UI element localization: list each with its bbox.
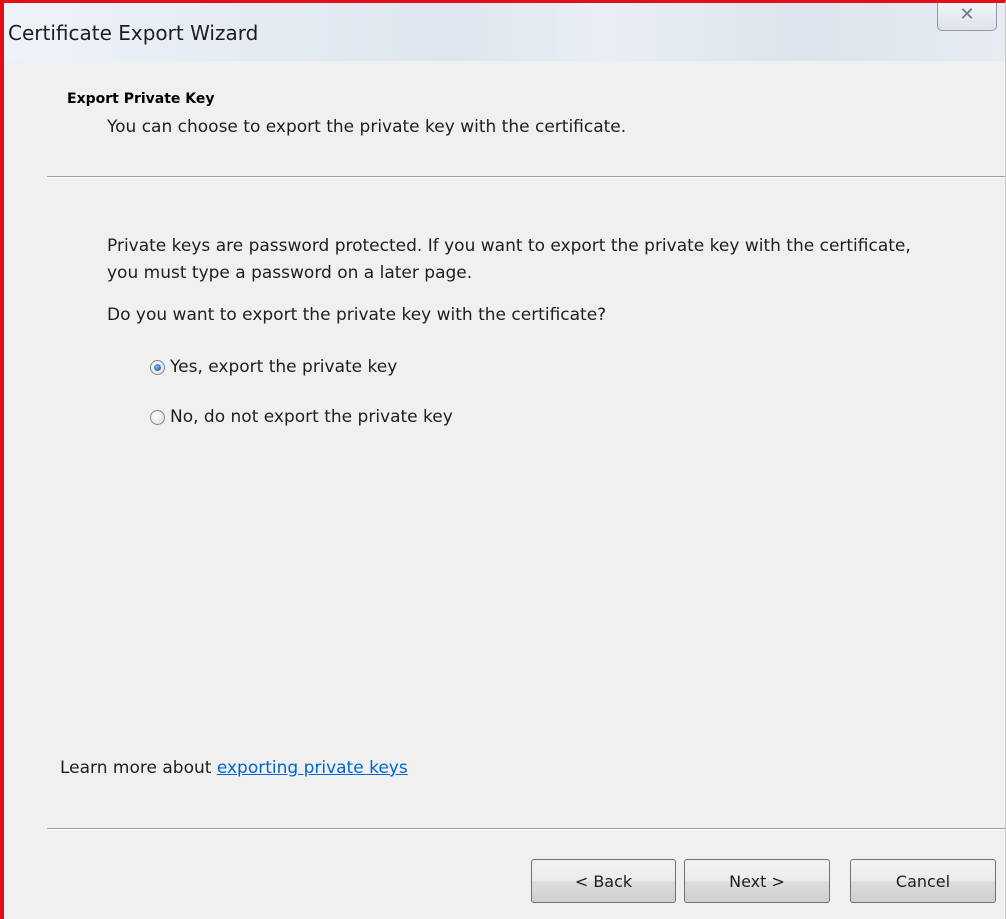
- wizard-window: Certificate Export Wizard ✕ Export Priva…: [0, 0, 1006, 919]
- wizard-content: Export Private Key You can choose to exp…: [4, 61, 1005, 919]
- info-paragraph: Private keys are password protected. If …: [107, 236, 911, 283]
- radio-checked-icon[interactable]: [150, 359, 165, 375]
- learn-more: Learn more about exporting private keys: [60, 758, 408, 778]
- window-title: Certificate Export Wizard: [8, 21, 259, 45]
- close-button[interactable]: ✕: [937, 3, 997, 31]
- close-icon: ✕: [959, 3, 975, 25]
- page-title: Export Private Key: [67, 91, 215, 107]
- cancel-button[interactable]: Cancel: [850, 859, 996, 903]
- radio-yes-label[interactable]: Yes, export the private key: [170, 357, 397, 377]
- radio-no-export[interactable]: No, do not export the private key: [150, 407, 453, 427]
- page-subtitle: You can choose to export the private key…: [107, 117, 627, 137]
- radio-yes-export[interactable]: Yes, export the private key: [150, 357, 397, 377]
- title-bar: Certificate Export Wizard ✕: [4, 3, 1005, 61]
- radio-unchecked-icon[interactable]: [150, 409, 165, 425]
- learn-more-prefix: Learn more about: [60, 758, 217, 778]
- radio-no-label[interactable]: No, do not export the private key: [170, 407, 453, 427]
- question-text: Do you want to export the private key wi…: [107, 305, 607, 325]
- back-button[interactable]: < Back: [531, 859, 676, 903]
- next-button[interactable]: Next >: [684, 859, 830, 903]
- footer-divider: [47, 828, 1005, 830]
- learn-more-link[interactable]: exporting private keys: [217, 758, 408, 778]
- header-divider: [47, 176, 1005, 178]
